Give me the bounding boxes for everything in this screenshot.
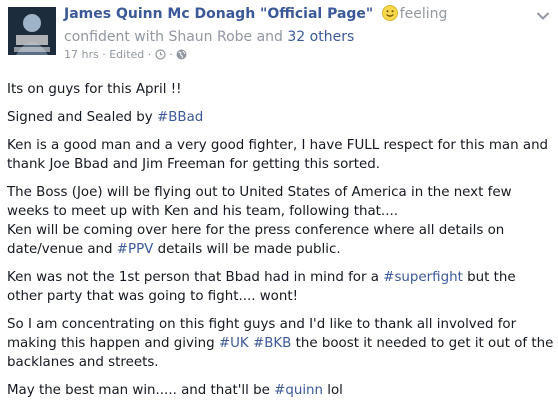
post-header: James Quinn Mc Donagh "Official Page" fe… [0,0,558,72]
post-text: The Boss (Joe) will be flying out to Uni… [7,185,512,219]
post-text: details will be made public. [153,242,341,257]
feeling-label: feeling [399,6,448,22]
separator: · [102,48,106,61]
feeling-word: confident [64,29,130,45]
post-paragraph: Ken is a good man and a very good fighte… [7,136,555,174]
clock-icon [155,49,166,65]
post-text: Signed and Sealed by [7,110,157,125]
post-paragraph: The Boss (Joe) will be flying out to Uni… [7,183,555,259]
post-paragraph: Its on guys for this April !! [7,80,555,99]
timestamp-line: 17 hrs · Edited · · [64,47,534,65]
post-body: Its on guys for this April !! Signed and… [7,80,555,409]
avatar[interactable] [8,7,56,55]
post-text: May the best man win..... and that'll be [7,383,275,398]
title-line: James Quinn Mc Donagh "Official Page" fe… [64,4,534,27]
hashtag-link[interactable]: #quinn [274,383,323,398]
and-text: and [256,29,283,45]
tagged-person[interactable]: Shaun Robe [168,29,252,45]
others-link[interactable]: 32 others [287,29,354,45]
post-meta: James Quinn Mc Donagh "Official Page" fe… [64,4,534,65]
with-text: with [134,29,164,45]
separator: · [147,48,152,61]
hashtag-link[interactable]: #PPV [117,242,154,257]
hashtag-link[interactable]: #BBad [157,110,203,125]
post-paragraph: May the best man win..... and that'll be… [7,381,555,400]
post-paragraph: Ken was not the 1st person that Bbad had… [7,268,555,306]
edited-label[interactable]: Edited [109,48,144,61]
post-paragraph: Signed and Sealed by #BBad [7,108,555,127]
page-name-link[interactable]: James Quinn Mc Donagh "Official Page" [64,6,373,22]
post-text: Its on guys for this April !! [7,82,182,97]
post-text: lol [323,383,343,398]
globe-icon[interactable] [176,49,187,65]
post-text: Ken was not the 1st person that Bbad had… [7,270,384,285]
post-paragraph: So I am concentrating on this fight guys… [7,315,555,372]
hashtag-link[interactable]: #BKB [253,336,291,351]
hashtag-link[interactable]: #UK [219,336,249,351]
post-text: Ken is a good man and a very good fighte… [7,138,549,172]
hashtag-link[interactable]: #superfight [383,270,463,285]
smiley-icon [381,5,398,27]
timestamp[interactable]: 17 hrs [64,48,99,61]
separator: · [169,48,173,61]
chevron-down-icon[interactable] [536,6,550,20]
feeling-line: confident with Shaun Robe and 32 others [64,27,534,47]
